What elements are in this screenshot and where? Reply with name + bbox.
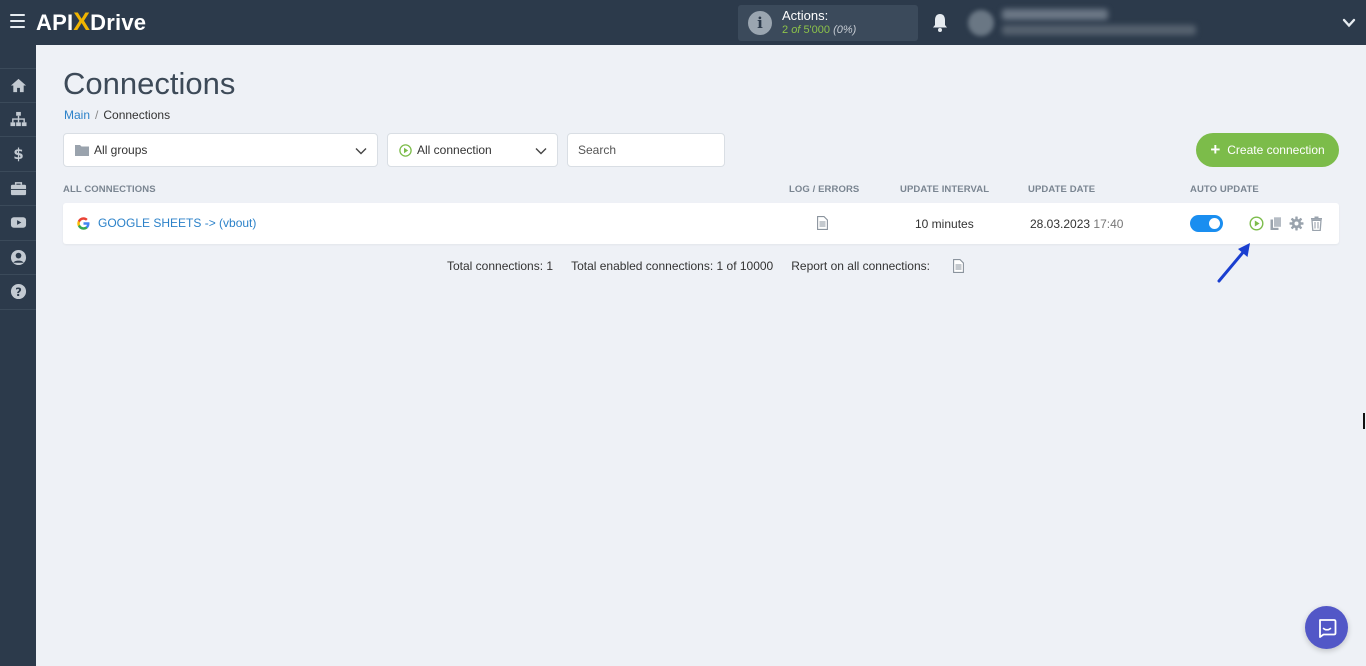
search-input[interactable] — [567, 133, 725, 167]
toggle-knob — [1209, 218, 1220, 229]
actions-label: Actions: — [782, 8, 829, 23]
svg-text:?: ? — [15, 285, 22, 299]
chat-icon — [1318, 618, 1336, 638]
total-connections: Total connections: 1 — [447, 259, 554, 273]
table-row: GOOGLE SHEETS -> (vbout) 10 minutes 28.0… — [63, 203, 1339, 244]
totals-bar: Total connections: 1 Total enabled conne… — [447, 259, 982, 273]
chevron-down-icon — [355, 148, 367, 155]
text-cursor — [1363, 413, 1365, 429]
auto-update-toggle[interactable] — [1190, 215, 1223, 232]
logo[interactable]: APIXDrive — [36, 9, 146, 36]
copy-icon[interactable] — [1269, 216, 1284, 231]
play-circle-icon — [399, 143, 412, 157]
column-header-auto: AUTO UPDATE — [1190, 184, 1259, 195]
user-icon — [10, 249, 26, 265]
sidebar-item-projects[interactable] — [0, 172, 36, 206]
sidebar-item-profile[interactable] — [0, 241, 36, 275]
breadcrumb: Main / Connections — [64, 108, 171, 122]
sidebar-item-connections[interactable] — [0, 103, 36, 137]
report-document-icon[interactable] — [953, 259, 964, 273]
chevron-down-icon[interactable] — [1342, 16, 1356, 30]
total-enabled: Total enabled connections: 1 of 10000 — [571, 259, 774, 273]
report-all: Report on all connections: — [791, 259, 964, 273]
actions-count: 2 of 5'000 (0%) — [782, 24, 857, 36]
document-icon[interactable] — [817, 216, 828, 230]
update-interval: 10 minutes — [915, 217, 974, 231]
svg-text:$: $ — [13, 145, 24, 162]
briefcase-icon — [10, 181, 26, 195]
column-header-all: ALL CONNECTIONS — [63, 184, 156, 195]
column-header-date: UPDATE DATE — [1028, 184, 1096, 195]
sidebar-item-home[interactable] — [0, 68, 36, 103]
home-icon — [10, 78, 26, 92]
avatar[interactable] — [968, 10, 994, 36]
chevron-down-icon — [535, 148, 547, 155]
sitemap-icon — [9, 111, 27, 126]
trash-icon[interactable] — [1309, 216, 1324, 231]
google-icon — [77, 217, 90, 230]
chat-support-button[interactable] — [1305, 606, 1348, 649]
youtube-icon — [10, 217, 26, 228]
column-header-interval: UPDATE INTERVAL — [900, 184, 990, 195]
run-play-icon[interactable] — [1249, 216, 1264, 231]
bell-icon[interactable] — [931, 13, 949, 33]
sidebar-item-billing[interactable]: $ — [0, 137, 36, 172]
info-icon: i — [748, 11, 772, 35]
annotation-arrow-icon — [1217, 243, 1250, 283]
help-icon: ? — [10, 284, 26, 300]
gear-icon[interactable] — [1289, 216, 1304, 231]
top-bar: APIXDrive i Actions: 2 of 5'000 (0%) — [0, 0, 1366, 45]
page-title: Connections — [63, 66, 236, 101]
user-plan — [1002, 25, 1196, 35]
connection-status-select[interactable]: All connection — [387, 133, 558, 167]
update-date: 28.03.2023 17:40 — [1030, 217, 1124, 231]
sidebar-item-help[interactable]: ? — [0, 275, 36, 310]
dollar-icon: $ — [13, 145, 24, 162]
actions-counter[interactable]: i Actions: 2 of 5'000 (0%) — [738, 5, 918, 41]
breadcrumb-current: Connections — [103, 108, 171, 122]
sidebar: $ ? — [0, 45, 36, 666]
folder-icon — [75, 144, 89, 156]
user-email — [1002, 9, 1108, 20]
create-connection-button[interactable]: + Create connection — [1196, 133, 1339, 167]
breadcrumb-main-link[interactable]: Main — [64, 108, 90, 122]
column-header-log: LOG / ERRORS — [789, 184, 860, 195]
groups-select[interactable]: All groups — [63, 133, 378, 167]
plus-icon: + — [1210, 140, 1221, 159]
sidebar-item-video[interactable] — [0, 206, 36, 241]
connection-name-link[interactable]: GOOGLE SHEETS -> (vbout) — [98, 216, 256, 230]
menu-icon[interactable] — [10, 14, 25, 28]
